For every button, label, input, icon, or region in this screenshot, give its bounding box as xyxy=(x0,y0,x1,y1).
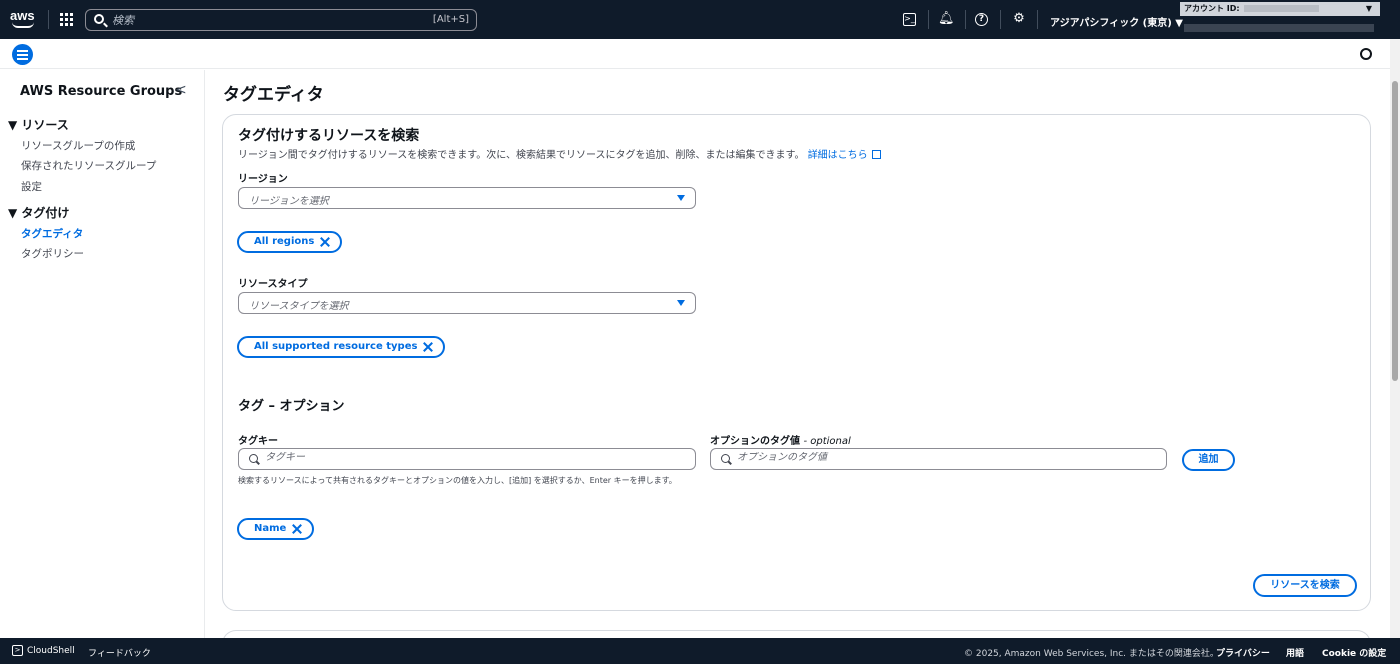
region-token: All regions xyxy=(237,231,343,253)
gear-icon[interactable]: ⚙ xyxy=(1011,11,1027,27)
region-label: リージョン xyxy=(238,174,288,185)
nav-divider xyxy=(1037,10,1038,29)
caret-down-icon xyxy=(677,195,685,201)
sidebar-item-settings[interactable]: 設定 xyxy=(21,179,42,194)
tag-token: Name xyxy=(237,518,315,540)
global-search[interactable]: [Alt+S] xyxy=(85,9,477,31)
optional-label: - optional xyxy=(803,436,851,447)
remove-token-icon[interactable] xyxy=(292,524,302,534)
nav-divider xyxy=(928,10,929,29)
region-placeholder: リージョンを選択 xyxy=(249,196,329,207)
resource-type-label: リソースタイプ xyxy=(238,279,308,290)
search-shortcut: [Alt+S] xyxy=(432,14,469,25)
learn-more-link[interactable]: 詳細はこちら xyxy=(808,150,881,161)
external-link-icon xyxy=(871,150,881,159)
panel-description: リージョン間でタグ付けするリソースを検索できます。次に、検索結果でリソースにタグ… xyxy=(238,146,881,161)
caret-down-icon: ▼ xyxy=(1365,4,1372,13)
tag-value-label-text: オプションのタグ値 xyxy=(710,436,800,447)
copyright: © 2025, Amazon Web Services, Inc. またはその関… xyxy=(964,649,1219,659)
region-token-label: All regions xyxy=(254,236,315,247)
search-input[interactable] xyxy=(112,12,412,28)
page-title: タグエディタ xyxy=(223,85,324,105)
breadcrumb-bar xyxy=(0,39,1390,69)
tag-value-label: オプションのタグ値 - optional xyxy=(710,432,851,447)
description-text: リージョン間でタグ付けするリソースを検索できます。次に、検索結果でリソースにタグ… xyxy=(238,150,805,161)
sidebar-item-tag-policies[interactable]: タグポリシー xyxy=(21,246,84,261)
tags-heading: タグ – オプション xyxy=(238,399,345,414)
search-icon xyxy=(249,454,258,463)
menu-toggle-button[interactable] xyxy=(12,44,33,65)
page-scrollbar[interactable] xyxy=(1390,39,1400,639)
search-icon xyxy=(94,14,104,24)
cookie-settings-link[interactable]: Cookie の設定 xyxy=(1322,646,1386,659)
scrollbar-thumb[interactable] xyxy=(1392,81,1398,381)
account-label: アカウント ID: xyxy=(1184,4,1240,13)
tag-token-label: Name xyxy=(254,523,287,534)
region-select[interactable]: リージョンを選択 xyxy=(238,187,696,209)
cloudshell-icon[interactable]: >_ xyxy=(903,13,916,26)
add-tag-button[interactable]: 追加 xyxy=(1182,449,1235,471)
resource-type-token: All supported resource types xyxy=(237,336,446,358)
tag-value-field[interactable] xyxy=(710,448,1167,470)
caret-down-icon xyxy=(677,300,685,306)
resource-type-select[interactable]: リソースタイプを選択 xyxy=(238,292,696,314)
preferences-icon[interactable] xyxy=(1360,48,1372,60)
panel-heading: タグ付けするリソースを検索 xyxy=(238,128,420,144)
cloudshell-icon: > xyxy=(12,645,23,656)
tag-key-input[interactable] xyxy=(265,452,676,463)
aws-logo-text: aws xyxy=(10,8,35,23)
nav-divider xyxy=(965,10,966,29)
top-navigation: aws [Alt+S] >_ 🔔︎ ? ⚙ アジアパシフィック (東京) ▼ ア… xyxy=(0,0,1400,39)
footer: > CloudShell フィードバック © 2025, Amazon Web … xyxy=(0,638,1400,664)
cloudshell-link[interactable]: CloudShell xyxy=(27,646,75,656)
resource-type-placeholder: リソースタイプを選択 xyxy=(249,301,349,312)
search-icon xyxy=(721,454,730,463)
side-navigation: AWS Resource Groups < ▼ リソース リソースグループの作成… xyxy=(0,70,205,638)
nav-divider xyxy=(48,10,49,29)
sidebar-section-resources[interactable]: ▼ リソース xyxy=(8,116,69,133)
sidebar-item-create-group[interactable]: リソースグループの作成 xyxy=(21,138,135,153)
sidebar-item-tag-editor[interactable]: タグエディタ xyxy=(21,226,83,241)
bell-icon[interactable]: 🔔︎ xyxy=(938,11,955,27)
remove-token-icon[interactable] xyxy=(320,237,330,247)
services-grid-icon[interactable] xyxy=(60,13,73,26)
search-resources-button[interactable]: リソースを検索 xyxy=(1253,574,1357,597)
nav-divider xyxy=(1000,10,1001,29)
tag-key-field[interactable] xyxy=(238,448,696,470)
region-selector[interactable]: アジアパシフィック (東京) ▼ xyxy=(1050,14,1183,29)
account-details-redacted xyxy=(1184,24,1374,32)
resource-type-token-label: All supported resource types xyxy=(254,341,418,352)
account-menu[interactable]: アカウント ID: ▼ xyxy=(1180,2,1380,16)
sidebar-item-saved-groups[interactable]: 保存されたリソースグループ xyxy=(21,158,156,173)
tag-key-label: タグキー xyxy=(238,436,278,447)
tag-key-hint: 検索するリソースによって共有されるタグキーとオプションの値を入力し、[追加] を… xyxy=(238,476,677,485)
tag-value-input[interactable] xyxy=(737,452,1147,463)
sidebar-section-tagging[interactable]: ▼ タグ付け xyxy=(8,204,69,221)
privacy-link[interactable]: プライバシー xyxy=(1216,646,1270,659)
help-icon[interactable]: ? xyxy=(975,13,988,26)
terms-link[interactable]: 用語 xyxy=(1286,646,1304,659)
remove-token-icon[interactable] xyxy=(423,342,433,352)
aws-logo[interactable]: aws xyxy=(10,8,38,30)
feedback-link[interactable]: フィードバック xyxy=(88,646,151,659)
sidebar-title[interactable]: AWS Resource Groups xyxy=(20,84,182,99)
collapse-sidebar-icon[interactable]: < xyxy=(175,82,187,98)
